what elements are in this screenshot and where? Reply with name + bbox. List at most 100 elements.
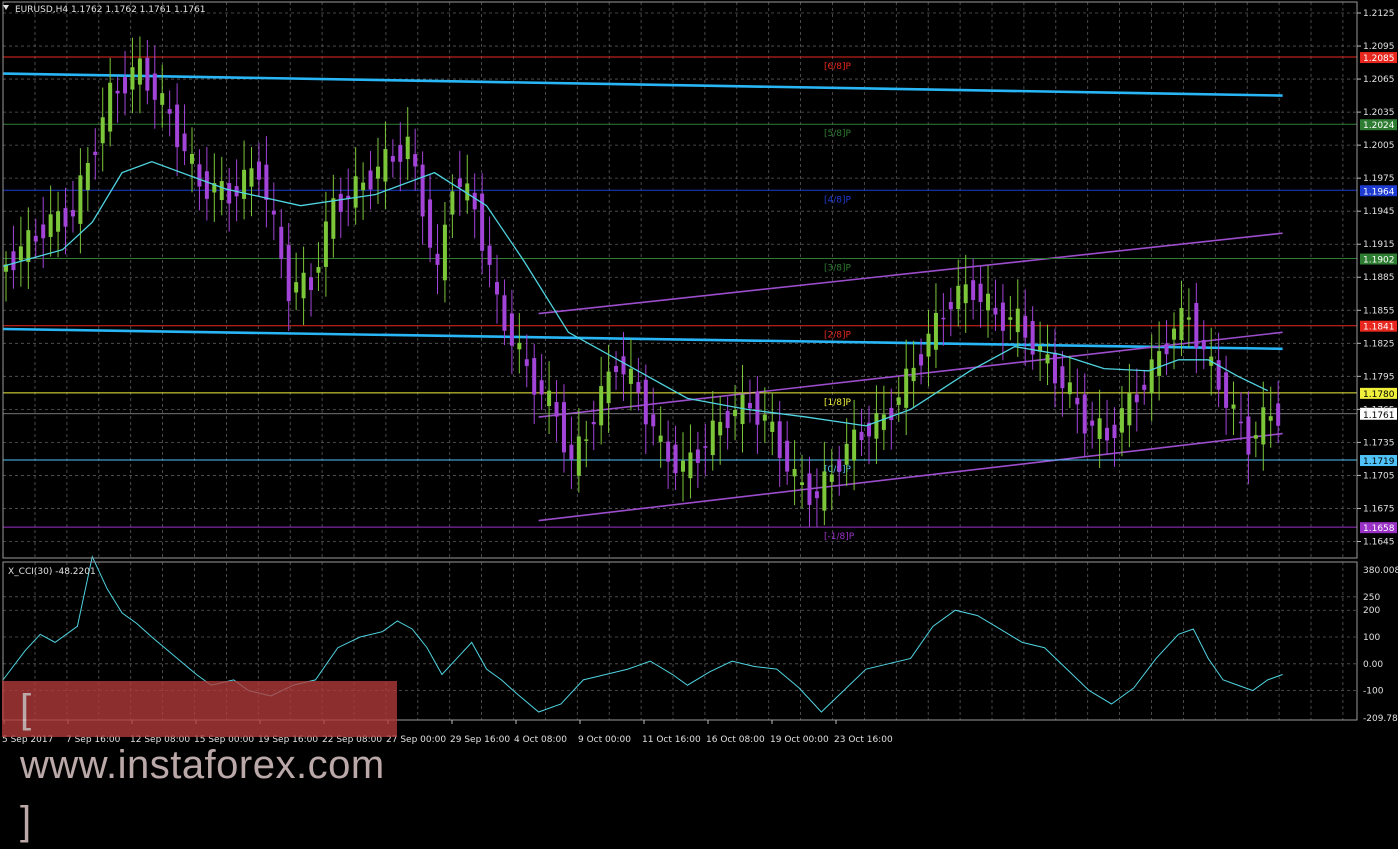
- candle-body: [1097, 418, 1102, 439]
- level-label: [4/8]P: [824, 195, 852, 205]
- y-tick-label: 1.2005: [1363, 141, 1395, 151]
- candle-body: [651, 414, 656, 427]
- grid: [3, 2, 1357, 720]
- candle-body: [457, 178, 462, 187]
- murrey-levels: [6/8]P 1.2085 [5/8]P 1.2024 [4/8]P 1.1964 [3/8…: [3, 52, 1397, 542]
- candle-body: [1060, 366, 1065, 389]
- candle-body: [78, 175, 83, 224]
- candle-body: [993, 307, 998, 315]
- candle-body: [643, 379, 648, 425]
- candle-body: [762, 414, 767, 421]
- candle-body: [986, 293, 991, 311]
- candle-body: [123, 77, 128, 94]
- y-tick-label: 1.2095: [1363, 42, 1395, 52]
- y-tick-label: 1.2125: [1363, 9, 1395, 19]
- candle-body: [495, 282, 500, 295]
- y-tick-label: 1.1945: [1363, 207, 1395, 217]
- candle-body: [1052, 352, 1057, 384]
- candle-body: [785, 440, 790, 472]
- candle-body: [331, 198, 336, 239]
- trend-line: [538, 232, 1283, 315]
- y-tick-label: 1.1855: [1363, 306, 1395, 316]
- candle-body: [405, 136, 410, 160]
- candle-body: [435, 253, 440, 265]
- candle-body: [309, 277, 314, 291]
- level-label: [3/8]P: [824, 264, 852, 274]
- candle-body: [1268, 416, 1273, 421]
- menu-arrow-icon[interactable]: [3, 5, 9, 10]
- candle-body: [1253, 435, 1258, 439]
- y-tick-label: 1.2035: [1363, 108, 1395, 118]
- candle-body: [874, 413, 879, 439]
- candle-body: [844, 443, 849, 465]
- candle-body: [673, 444, 678, 474]
- level-label: [6/8]P: [824, 62, 852, 72]
- candle-body: [688, 452, 693, 479]
- candle-body: [56, 211, 61, 232]
- candle-body: [733, 409, 738, 417]
- candle-body: [770, 421, 775, 432]
- x-tick-label: 29 Sep 16:00: [450, 735, 510, 745]
- candle-body: [353, 176, 358, 208]
- candle-body: [1127, 393, 1132, 426]
- candle-body: [227, 183, 232, 204]
- x-tick-label: 9 Oct 00:00: [578, 735, 631, 745]
- candle-body: [160, 93, 165, 105]
- candle-body: [301, 272, 306, 299]
- candle-body: [636, 382, 641, 393]
- level-price-label: 1.1902: [1363, 256, 1395, 266]
- level-label: [-1/8]P: [824, 532, 855, 542]
- candle-body: [100, 117, 105, 144]
- candle-body: [584, 439, 589, 441]
- candle-body: [242, 169, 247, 199]
- cci-tick-label: 250: [1363, 593, 1380, 603]
- candle-body: [1082, 394, 1087, 434]
- candle-body: [837, 459, 842, 472]
- candle-body: [197, 164, 202, 187]
- candle-body: [1186, 317, 1191, 320]
- candle-body: [428, 199, 433, 248]
- x-tick-label: 19 Oct 00:00: [770, 735, 829, 745]
- x-tick-label: 11 Oct 16:00: [642, 735, 701, 745]
- y-tick-label: 1.1915: [1363, 240, 1395, 250]
- candle-body: [1149, 359, 1154, 394]
- candle-body: [1112, 424, 1117, 439]
- candle-body: [1164, 343, 1169, 355]
- cci-tick-label: 0.00: [1363, 660, 1383, 670]
- candle-body: [963, 284, 968, 304]
- indicator-title: X_CCI(30) -48.2201: [8, 567, 96, 577]
- candle-body: [1238, 421, 1243, 424]
- candle-body: [628, 368, 633, 384]
- level-price-label: 1.1658: [1363, 524, 1395, 534]
- level-price-label: 1.2085: [1363, 54, 1395, 64]
- candle-body: [115, 90, 120, 94]
- price-chart: [6/8]P 1.2085 [5/8]P 1.2024 [4/8]P 1.1964 [3/8…: [2, 1, 1398, 745]
- trend-line: [2, 72, 1283, 97]
- candle-body: [249, 168, 254, 187]
- candle-body: [681, 460, 685, 472]
- candle-body: [978, 283, 983, 303]
- candle-body: [919, 354, 924, 366]
- candle-body: [599, 386, 604, 426]
- candle-body: [294, 282, 299, 293]
- candle-body: [1119, 408, 1124, 433]
- candle-body: [703, 446, 708, 448]
- candle-body: [450, 191, 455, 215]
- candle-body: [189, 153, 194, 164]
- candle-body: [1276, 403, 1281, 426]
- candle-body: [152, 73, 157, 100]
- candle-body: [1134, 394, 1139, 403]
- cci-tick-label: -100: [1363, 687, 1384, 697]
- candle-body: [361, 182, 366, 191]
- candle-body: [390, 156, 395, 162]
- candle-body: [1194, 302, 1199, 348]
- price-series: [4, 36, 1281, 528]
- trend-line: [538, 331, 1283, 418]
- candle-body: [509, 313, 514, 346]
- candle-body: [725, 410, 730, 429]
- candle-body: [1008, 317, 1013, 320]
- candle-body: [338, 193, 343, 212]
- y-tick-label: 1.1825: [1363, 339, 1395, 349]
- cci-tick-label: -209.7881: [1363, 714, 1398, 724]
- candle-body: [814, 491, 819, 499]
